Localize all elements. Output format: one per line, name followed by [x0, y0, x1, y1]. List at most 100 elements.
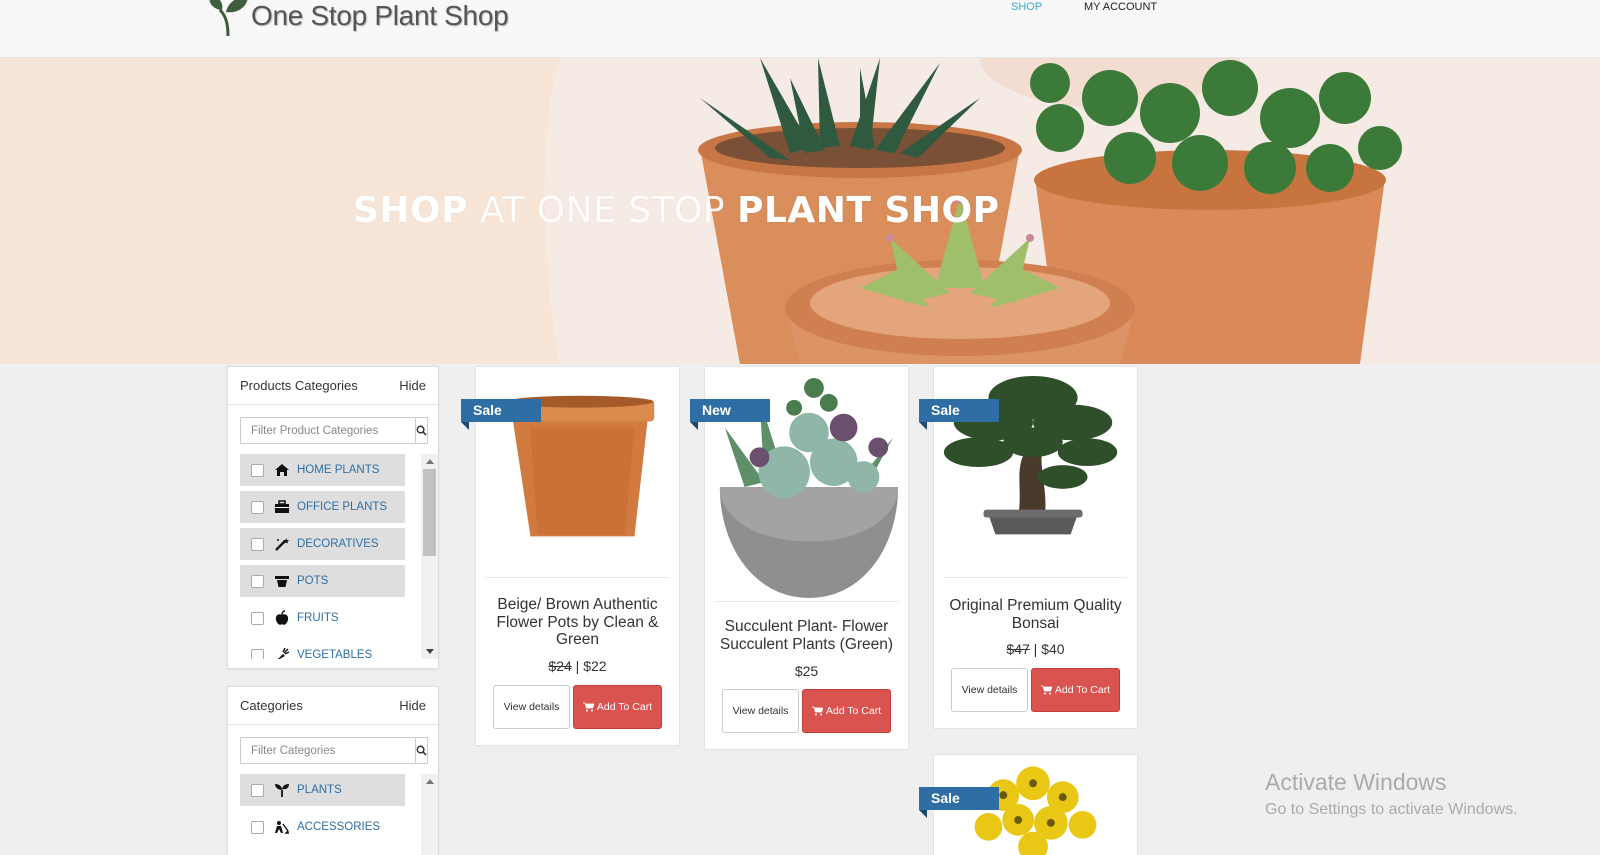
- divider: [715, 601, 898, 602]
- categories-panel: Categories Hide PLANTS ACCESSORIES: [227, 686, 439, 855]
- category-label: ACCESSORIES: [297, 821, 381, 833]
- category-item-vegetables[interactable]: VEGETABLES: [240, 639, 405, 659]
- panel-header: Categories Hide: [228, 687, 438, 725]
- search-icon: [416, 745, 427, 756]
- product-card[interactable]: New Succulent Plant- Flower Succulent Pl…: [690, 366, 909, 750]
- add-to-cart-button[interactable]: Add To Cart: [573, 685, 662, 729]
- panel-header: Products Categories Hide: [228, 367, 438, 405]
- filter-categories-input[interactable]: [240, 737, 415, 764]
- search-button[interactable]: [415, 417, 428, 444]
- checkbox[interactable]: [251, 783, 264, 797]
- leaf-logo-icon: [209, 0, 248, 37]
- view-details-button[interactable]: View details: [951, 668, 1028, 712]
- category-item-home-plants[interactable]: HOME PLANTS: [240, 454, 405, 486]
- category-list: PLANTS ACCESSORIES: [240, 774, 438, 855]
- nav-my-account[interactable]: MY ACCOUNT: [1084, 0, 1157, 13]
- product-price: $47 | $40: [1006, 641, 1065, 657]
- product-card[interactable]: Sale: [919, 754, 1138, 855]
- product-category-list: HOME PLANTS OFFICE PLANTS DECORATIVES PO…: [240, 454, 438, 659]
- category-item-plants[interactable]: PLANTS: [240, 774, 405, 806]
- product-categories-panel: Products Categories Hide HOME PLANTS OFF…: [227, 366, 439, 669]
- scrollbar-thumb[interactable]: [423, 469, 436, 556]
- filter-row: [240, 737, 428, 764]
- checkbox[interactable]: [251, 820, 264, 834]
- checkbox[interactable]: [251, 574, 264, 588]
- category-label: POTS: [297, 575, 329, 587]
- scroll-up-arrow-icon[interactable]: [421, 774, 438, 789]
- category-item-pots[interactable]: POTS: [240, 565, 405, 597]
- brand-logo[interactable]: One Stop Plant Shop: [206, 0, 509, 38]
- category-label: VEGETABLES: [297, 649, 373, 659]
- watermark-title: Activate Windows: [1265, 769, 1447, 795]
- hero-title-shop: SHOP: [353, 190, 469, 231]
- category-label: FRUITS: [297, 612, 339, 624]
- add-to-cart-label: Add To Cart: [1054, 684, 1111, 696]
- brand-name: One Stop Plant Shop: [251, 0, 509, 31]
- add-to-cart-label: Add To Cart: [825, 705, 882, 717]
- panel-title: Categories: [240, 698, 303, 713]
- main-nav: SHOP MY ACCOUNT: [1011, 0, 1157, 13]
- hero-title-middle: AT ONE STOP: [480, 190, 726, 231]
- category-item-fruits[interactable]: FRUITS: [240, 602, 405, 634]
- product-name[interactable]: Beige/ Brown Authentic Flower Pots by Cl…: [482, 596, 673, 649]
- briefcase-icon: [273, 499, 291, 515]
- seedling-icon: [273, 782, 291, 798]
- category-item-accessories[interactable]: ACCESSORIES: [240, 811, 405, 843]
- top-navbar: One Stop Plant Shop SHOP MY ACCOUNT: [0, 0, 1600, 58]
- category-list-scrollbar[interactable]: [421, 454, 438, 659]
- category-label: HOME PLANTS: [297, 464, 380, 476]
- apple-icon: [273, 610, 291, 626]
- home-icon: [273, 462, 291, 478]
- cart-icon: [1040, 685, 1052, 695]
- filter-row: [240, 417, 428, 444]
- checkbox[interactable]: [251, 648, 264, 659]
- product-price: $25: [705, 663, 908, 679]
- category-label: PLANTS: [297, 784, 342, 796]
- category-label: DECORATIVES: [297, 538, 379, 550]
- nav-shop[interactable]: SHOP: [1011, 0, 1084, 13]
- scroll-up-arrow-icon[interactable]: [421, 454, 438, 469]
- cart-icon: [811, 706, 823, 716]
- hide-toggle[interactable]: Hide: [399, 378, 426, 393]
- product-card[interactable]: Sale Original Premium Quality Bonsai $47…: [919, 366, 1138, 729]
- search-button[interactable]: [415, 737, 428, 764]
- category-item-decoratives[interactable]: DECORATIVES: [240, 528, 405, 560]
- pot-icon: [273, 573, 291, 589]
- cart-icon: [582, 702, 594, 712]
- hide-toggle[interactable]: Hide: [399, 698, 426, 713]
- category-list-scrollbar[interactable]: [421, 774, 438, 855]
- checkbox[interactable]: [251, 463, 264, 477]
- panel-title: Products Categories: [240, 378, 358, 393]
- view-details-button[interactable]: View details: [722, 689, 799, 733]
- hero-banner: SHOP AT ONE STOP PLANT SHOP: [0, 58, 1600, 364]
- product-name[interactable]: Original Premium Quality Bonsai: [940, 597, 1131, 632]
- current-price: $22: [583, 658, 607, 674]
- hero-title: SHOP AT ONE STOP PLANT SHOP: [353, 190, 1000, 231]
- checkbox[interactable]: [251, 611, 264, 625]
- checkbox[interactable]: [251, 500, 264, 514]
- filter-product-categories-input[interactable]: [240, 417, 415, 444]
- current-price: $40: [1041, 641, 1065, 657]
- scroll-down-arrow-icon[interactable]: [421, 644, 438, 659]
- add-to-cart-button[interactable]: Add To Cart: [802, 689, 891, 733]
- activate-windows-watermark: Activate Windows Go to Settings to activ…: [1265, 769, 1518, 819]
- search-icon: [416, 425, 427, 436]
- product-name[interactable]: Succulent Plant- Flower Succulent Plants…: [711, 618, 902, 653]
- view-details-button[interactable]: View details: [493, 685, 570, 729]
- product-card[interactable]: Sale Beige/ Brown Authentic Flower Pots …: [461, 366, 680, 746]
- category-label: OFFICE PLANTS: [297, 501, 388, 513]
- carrot-icon: [273, 647, 291, 659]
- divider: [944, 577, 1127, 578]
- old-price: $24: [548, 658, 572, 674]
- magic-wand-icon: [273, 536, 291, 552]
- sale-badge: Sale: [461, 399, 541, 430]
- checkbox[interactable]: [251, 537, 264, 551]
- gardener-icon: [273, 819, 291, 835]
- current-price: $25: [794, 663, 819, 679]
- watermark-subtitle: Go to Settings to activate Windows.: [1265, 801, 1518, 818]
- new-badge: New: [690, 399, 770, 430]
- category-item-office-plants[interactable]: OFFICE PLANTS: [240, 491, 405, 523]
- divider: [486, 577, 669, 578]
- sale-badge: Sale: [919, 787, 999, 818]
- add-to-cart-button[interactable]: Add To Cart: [1031, 668, 1120, 712]
